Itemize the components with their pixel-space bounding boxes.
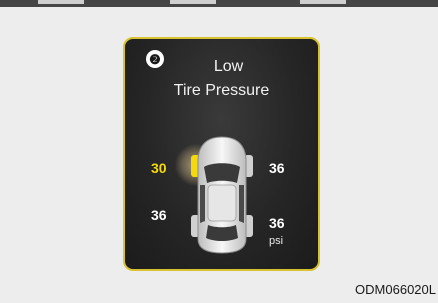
warning-title-line1: Low (213, 58, 244, 75)
tpms-display-screen: ❷ Low Tire Pressure 30 36 36 36 psi (123, 37, 320, 271)
car-top-view-icon (191, 136, 253, 254)
strip-mark (300, 0, 346, 4)
strip-mark (170, 0, 216, 4)
figure-code-label: ODM066020L (355, 282, 436, 297)
warning-title-line2: Tire Pressure (173, 82, 270, 99)
top-strip-decoration (0, 0, 438, 7)
tire-pressure-front-left: 30 (151, 160, 167, 176)
tire-pressure-rear-left: 36 (151, 207, 167, 223)
tire-pressure-front-right: 36 (269, 160, 285, 176)
tire-pressure-rear-right: 36 (269, 215, 285, 231)
strip-mark (38, 0, 84, 4)
pressure-unit-label: psi (269, 235, 284, 247)
